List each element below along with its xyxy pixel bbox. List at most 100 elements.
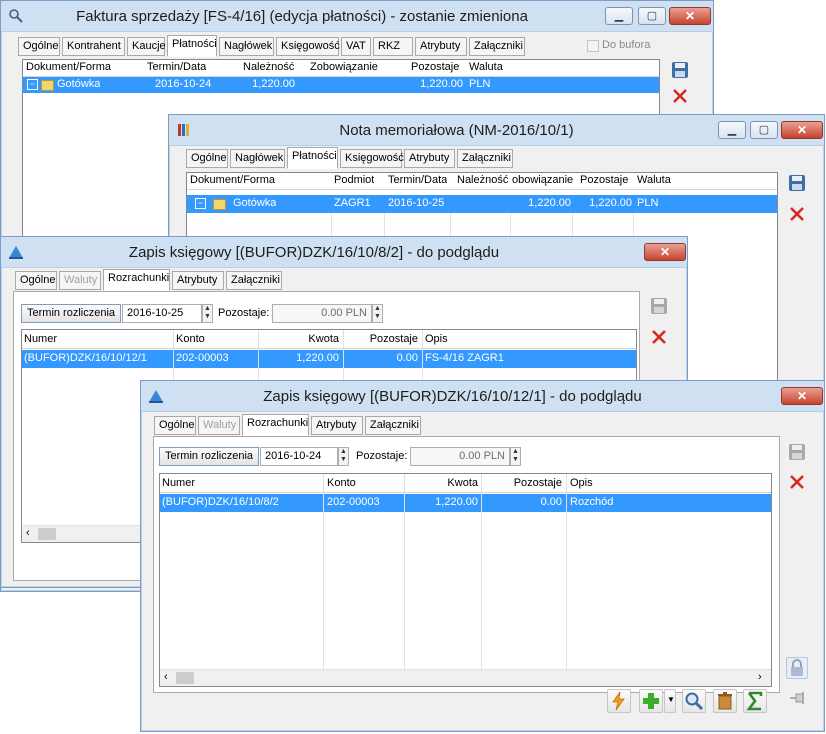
rozrachunki-grid[interactable]: Numer Konto Kwota Pozostaje Opis (BUFOR)… bbox=[159, 473, 772, 687]
cell-pozostaje: 1,220.00 bbox=[420, 78, 463, 90]
do-bufora-checkbox[interactable] bbox=[587, 40, 599, 52]
minimize-button[interactable]: ▁ bbox=[718, 121, 746, 139]
col-waluta[interactable]: Waluta bbox=[637, 174, 671, 186]
cancel-button[interactable] bbox=[786, 203, 808, 225]
add-button[interactable] bbox=[639, 689, 663, 713]
col-kwota[interactable]: Kwota bbox=[410, 477, 478, 489]
col-waluta[interactable]: Waluta bbox=[469, 61, 503, 73]
lock-button[interactable] bbox=[786, 657, 808, 679]
scroll-left-icon[interactable]: ‹ bbox=[26, 527, 30, 539]
preview-button[interactable] bbox=[682, 689, 706, 713]
save-button[interactable] bbox=[669, 59, 691, 81]
col-opis[interactable]: Opis bbox=[570, 477, 593, 489]
date-spinner[interactable]: ▲ ▼ bbox=[202, 304, 213, 323]
col-termin[interactable]: Termin/Data bbox=[147, 61, 206, 73]
tab-platnosci[interactable]: Płatności bbox=[167, 35, 217, 57]
cancel-button[interactable] bbox=[786, 471, 808, 493]
save-button[interactable] bbox=[786, 172, 808, 194]
col-dokument[interactable]: Dokument/Forma bbox=[190, 174, 275, 186]
cell-naleznosc: 1,220.00 bbox=[252, 78, 295, 90]
titlebar[interactable]: Faktura sprzedaży [FS-4/16] (edycja płat… bbox=[1, 1, 713, 32]
tab-ogolne[interactable]: Ogólne bbox=[18, 37, 60, 56]
tab-atrybuty[interactable]: Atrybuty bbox=[172, 271, 224, 290]
tab-rozrachunki[interactable]: Rozrachunki bbox=[103, 269, 170, 291]
maximize-button[interactable]: ▢ bbox=[750, 121, 778, 139]
col-numer[interactable]: Numer bbox=[24, 333, 57, 345]
termin-rozliczenia-button[interactable]: Termin rozliczenia bbox=[21, 304, 122, 323]
col-zobowiazanie[interactable]: obowiązanie bbox=[512, 174, 573, 186]
scroll-right-icon[interactable]: › bbox=[758, 671, 762, 683]
table-row[interactable]: (BUFOR)DZK/16/10/8/2 202-00003 1,220.00 … bbox=[160, 494, 771, 512]
tab-ogolne[interactable]: Ogólne bbox=[15, 271, 57, 290]
col-konto[interactable]: Konto bbox=[327, 477, 356, 489]
maximize-button[interactable]: ▢ bbox=[638, 7, 666, 25]
col-pozostaje[interactable]: Pozostaje bbox=[486, 477, 562, 489]
scrollbar-thumb[interactable] bbox=[38, 528, 56, 540]
col-kwota[interactable]: Kwota bbox=[262, 333, 339, 345]
tab-ogolne[interactable]: Ogólne bbox=[186, 149, 228, 168]
rozrachunki-panel: Termin rozliczenia 2016-10-24 ▲ ▼ Pozosta… bbox=[153, 436, 780, 693]
col-dokument[interactable]: Dokument/Forma bbox=[26, 61, 111, 73]
expand-icon[interactable]: − bbox=[195, 198, 206, 209]
titlebar[interactable]: Zapis księgowy [(BUFOR)DZK/16/10/12/1] -… bbox=[141, 381, 824, 412]
tab-kontrahent[interactable]: Kontrahent bbox=[62, 37, 125, 56]
col-podmiot[interactable]: Podmiot bbox=[334, 174, 374, 186]
col-termin[interactable]: Termin/Data bbox=[388, 174, 447, 186]
tab-ksiegowosc[interactable]: Księgowość bbox=[276, 37, 340, 56]
delete-button[interactable] bbox=[713, 689, 737, 713]
col-pozostaje[interactable]: Pozostaje bbox=[411, 61, 459, 73]
date-spinner[interactable]: ▲ ▼ bbox=[338, 447, 349, 466]
col-zobowiazanie[interactable]: Zobowiązanie bbox=[310, 61, 378, 73]
col-numer[interactable]: Numer bbox=[162, 477, 195, 489]
date-field[interactable]: 2016-10-25 bbox=[122, 304, 202, 323]
tab-atrybuty[interactable]: Atrybuty bbox=[415, 37, 467, 56]
cell-numer: (BUFOR)DZK/16/10/12/1 bbox=[24, 352, 147, 364]
tab-zalaczniki[interactable]: Załączniki bbox=[469, 37, 525, 56]
close-button[interactable]: ✕ bbox=[781, 121, 823, 139]
table-row[interactable]: − Gotówka ZAGR1 2016-10-25 1,220.00 1,22… bbox=[187, 195, 777, 213]
date-field[interactable]: 2016-10-24 bbox=[260, 447, 338, 466]
titlebar[interactable]: Zapis księgowy [(BUFOR)DZK/16/10/8/2] - … bbox=[1, 237, 687, 268]
tab-zalaczniki[interactable]: Załączniki bbox=[365, 416, 421, 435]
scroll-left-icon[interactable]: ‹ bbox=[164, 671, 168, 683]
cancel-button[interactable] bbox=[669, 85, 691, 107]
table-row[interactable]: − Gotówka 2016-10-24 1,220.00 1,220.00 P… bbox=[23, 77, 659, 93]
tab-naglowek[interactable]: Nagłówek bbox=[230, 149, 285, 168]
termin-rozliczenia-button[interactable]: Termin rozliczenia bbox=[159, 447, 260, 466]
add-dropdown-button[interactable]: ▼ bbox=[664, 689, 676, 713]
tab-ogolne[interactable]: Ogólne bbox=[154, 416, 196, 435]
tab-rkz[interactable]: RKZ bbox=[373, 37, 413, 56]
cell-forma: Gotówka bbox=[233, 197, 277, 209]
titlebar[interactable]: Nota memoriałowa (NM-2016/10/1) ▁ ▢ ✕ bbox=[169, 115, 824, 146]
close-button[interactable]: ✕ bbox=[781, 387, 823, 405]
tab-zalaczniki[interactable]: Załączniki bbox=[457, 149, 513, 168]
cancel-button[interactable] bbox=[648, 326, 670, 348]
scrollbar-thumb[interactable] bbox=[176, 672, 194, 684]
tab-vat[interactable]: VAT bbox=[341, 37, 371, 56]
sum-button[interactable] bbox=[743, 689, 767, 713]
tab-zalaczniki[interactable]: Załączniki bbox=[226, 271, 282, 290]
col-naleznosc[interactable]: Należność bbox=[457, 174, 508, 186]
tab-naglowek[interactable]: Nagłówek bbox=[219, 37, 274, 56]
lightning-button[interactable] bbox=[607, 689, 631, 713]
tab-platnosci[interactable]: Płatności bbox=[287, 147, 338, 169]
grid-header: Numer Konto Kwota Pozostaje Opis bbox=[22, 330, 636, 349]
col-pozostaje[interactable]: Pozostaje bbox=[580, 174, 628, 186]
pin-button[interactable] bbox=[786, 687, 808, 709]
tab-atrybuty[interactable]: Atrybuty bbox=[311, 416, 363, 435]
tab-rozrachunki[interactable]: Rozrachunki bbox=[242, 414, 309, 436]
horizontal-scrollbar[interactable]: ‹ › bbox=[160, 669, 771, 686]
col-pozostaje[interactable]: Pozostaje bbox=[346, 333, 418, 345]
col-opis[interactable]: Opis bbox=[425, 333, 448, 345]
tab-atrybuty[interactable]: Atrybuty bbox=[404, 149, 455, 168]
close-button[interactable]: ✕ bbox=[669, 7, 711, 25]
col-naleznosc[interactable]: Należność bbox=[243, 61, 294, 73]
col-konto[interactable]: Konto bbox=[176, 333, 205, 345]
tab-kaucje[interactable]: Kaucje bbox=[127, 37, 166, 56]
tab-ksiegowosc[interactable]: Księgowość bbox=[340, 149, 404, 168]
close-button[interactable]: ✕ bbox=[644, 243, 686, 261]
expand-icon[interactable]: − bbox=[27, 79, 38, 90]
minimize-button[interactable]: ▁ bbox=[605, 7, 633, 25]
tab-waluty: Waluty bbox=[59, 271, 101, 290]
table-row[interactable]: (BUFOR)DZK/16/10/12/1 202-00003 1,220.00… bbox=[22, 350, 636, 368]
